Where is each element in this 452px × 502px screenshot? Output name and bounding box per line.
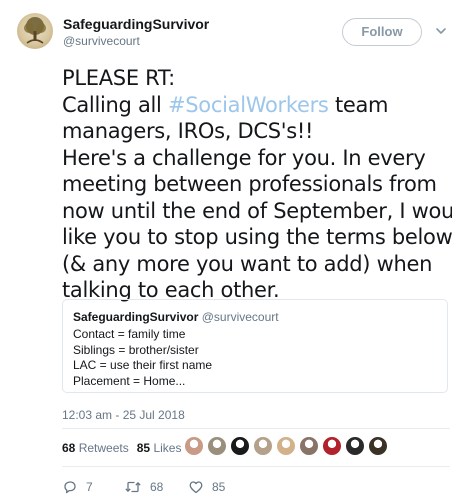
tweet-text-segment: Here's a challenge for you. In every xyxy=(62,145,426,170)
divider xyxy=(62,428,450,429)
quoted-tweet-line: Placement = Home... xyxy=(73,373,186,388)
tweet-line: now until the end of September, I would xyxy=(62,198,452,225)
quoted-tweet[interactable]: SafeguardingSurvivor @survivecourt Conta… xyxy=(62,299,448,393)
tweet-text-segment: PLEASE RT: xyxy=(62,66,175,90)
tweet-text-segment: now until the end of September, I would xyxy=(62,198,452,223)
liker-avatar[interactable] xyxy=(253,436,273,456)
quoted-tweet-header: SafeguardingSurvivor @survivecourt xyxy=(73,310,279,324)
retweet-button[interactable]: 68 xyxy=(124,478,163,496)
follow-button[interactable]: Follow xyxy=(342,18,422,46)
reply-icon xyxy=(64,481,76,494)
quoted-author-name: SafeguardingSurvivor xyxy=(73,310,199,324)
like-count: 85 xyxy=(212,480,226,494)
chevron-down-icon[interactable] xyxy=(435,24,447,36)
liker-avatar[interactable] xyxy=(345,436,365,456)
retweets-label: Retweets xyxy=(78,441,129,455)
reply-button[interactable]: 7 xyxy=(62,478,93,496)
quoted-author-handle: @survivecourt xyxy=(201,310,279,324)
liker-avatar[interactable] xyxy=(299,436,319,456)
tweet-line: managers, IROs, DCS's!! xyxy=(62,118,442,145)
liker-avatar[interactable] xyxy=(207,436,227,456)
liker-avatar[interactable] xyxy=(276,436,296,456)
quoted-tweet-line: LAC = use their first name xyxy=(73,358,213,372)
tweet-text-segment: Calling all xyxy=(62,92,168,117)
liker-avatars xyxy=(184,436,391,458)
hashtag-link[interactable]: #SocialWorkers xyxy=(168,93,329,117)
liker-avatar[interactable] xyxy=(368,436,388,456)
reply-count: 7 xyxy=(86,480,93,494)
likes-label: Likes xyxy=(153,441,182,455)
tweet-text-segment: like you to stop using the terms below xyxy=(62,225,452,249)
retweet-count: 68 xyxy=(150,480,164,494)
engagement-stats: 68 Retweets 85 Likes xyxy=(62,441,181,455)
likes-count: 85 xyxy=(136,441,151,455)
quoted-tweet-line: Contact = family time xyxy=(73,327,186,341)
tweet-text-segment: team xyxy=(328,92,389,117)
tweet-line: Here's a challenge for you. In every xyxy=(62,145,442,172)
tweet-timestamp[interactable]: 12:03 am - 25 Jul 2018 xyxy=(62,408,185,422)
liker-avatar[interactable] xyxy=(322,436,342,456)
tree-logo-icon xyxy=(24,17,46,44)
retweet-icon xyxy=(125,481,141,493)
liker-avatar[interactable] xyxy=(230,436,250,456)
liker-avatar[interactable] xyxy=(184,436,204,456)
tweet-text-segment: managers, IROs, DCS's!! xyxy=(62,119,314,143)
divider xyxy=(62,466,450,467)
retweets-count: 68 xyxy=(62,441,76,455)
heart-icon xyxy=(189,481,203,494)
tweet-text-segment: (& any more you want to add) when xyxy=(62,251,433,276)
tweet-line: (& any more you want to add) when xyxy=(62,251,442,278)
quoted-tweet-text: Contact = family time Siblings = brother… xyxy=(73,327,212,389)
tweet-line: like you to stop using the terms below xyxy=(62,224,452,251)
tweet-line: PLEASE RT: xyxy=(62,65,442,92)
likes-stat[interactable]: 85 Likes xyxy=(137,441,182,455)
author-display-name[interactable]: SafeguardingSurvivor xyxy=(63,16,209,32)
like-button[interactable]: 85 xyxy=(188,478,225,496)
tweet-line: meeting between professionals from xyxy=(62,171,442,198)
tweet-line: Calling all #SocialWorkers team xyxy=(62,92,442,119)
quoted-tweet-line: Siblings = brother/sister xyxy=(73,342,199,357)
tweet-text: PLEASE RT: Calling all #SocialWorkers te… xyxy=(62,65,452,304)
author-avatar[interactable] xyxy=(17,13,53,49)
tweet-text-segment: meeting between professionals from xyxy=(62,172,437,196)
author-screen-name[interactable]: @survivecourt xyxy=(63,34,140,48)
retweets-stat[interactable]: 68 Retweets xyxy=(62,441,129,455)
